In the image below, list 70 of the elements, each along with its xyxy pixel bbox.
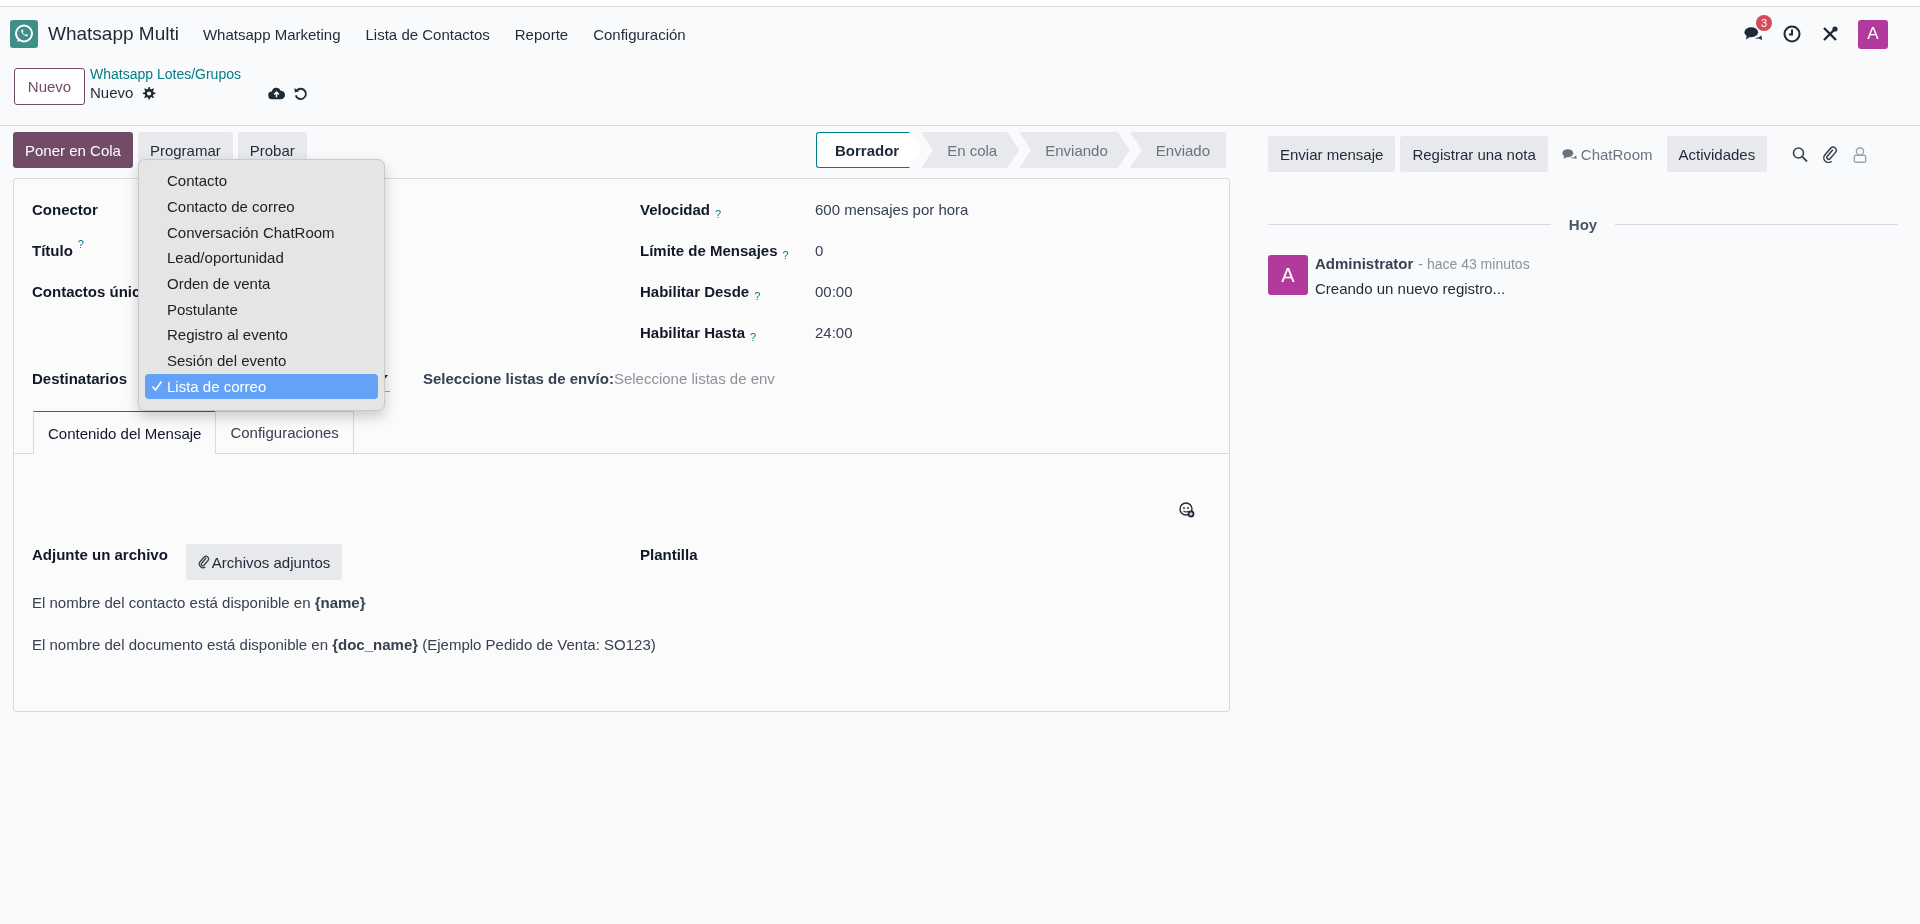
dropdown-option[interactable]: Conversación ChatRoom	[145, 219, 378, 246]
app-logo-icon[interactable]	[10, 20, 38, 48]
menu-item[interactable]: Reporte	[514, 25, 569, 43]
tools-icon[interactable]	[1820, 25, 1840, 43]
date-separator: Hoy	[1568, 216, 1598, 233]
record-name: Nuevo	[90, 83, 134, 103]
status-step[interactable]: Enviando	[1019, 132, 1130, 168]
help-tooltip[interactable]: ?	[715, 207, 722, 220]
field-label: Conector	[32, 201, 98, 218]
chat-icon	[1561, 148, 1577, 160]
help-text: El nombre del contacto está disponible en {name}	[32, 594, 367, 613]
notification-badge: 3	[1756, 15, 1773, 31]
help-tooltip[interactable]: ?	[782, 248, 789, 261]
status-step[interactable]: Borrador	[816, 132, 922, 168]
chat-icon[interactable]	[1744, 25, 1764, 43]
author-avatar: A	[1268, 255, 1308, 295]
mailing-list-field[interactable]: Seleccione listas de env	[613, 369, 794, 387]
chatroom-button[interactable]: ChatRoom	[1552, 136, 1662, 172]
menu-item[interactable]: Configuración	[593, 25, 686, 43]
field-label: Adjunte un archivo	[32, 546, 168, 563]
chatter-button[interactable]: Registrar una nota	[1400, 136, 1548, 172]
user-avatar[interactable]: A	[1858, 19, 1888, 49]
field-label: Plantilla	[640, 546, 698, 565]
paperclip-icon	[197, 555, 210, 569]
menu-item[interactable]: Whatsapp Marketing	[202, 25, 341, 43]
menu-item[interactable]: Lista de Contactos	[365, 25, 490, 43]
help-tooltip[interactable]: ?	[750, 330, 757, 343]
clock-icon[interactable]	[1782, 25, 1802, 43]
help-tooltip[interactable]: ?	[754, 289, 761, 302]
field-label: Seleccione listas de envío:	[423, 369, 614, 387]
field-value[interactable]: 00:00	[815, 283, 853, 300]
dropdown-option[interactable]: Contacto	[145, 168, 378, 194]
message-time: - hace 43 minutos	[1418, 256, 1530, 272]
field-label: Velocidad	[640, 201, 711, 218]
field-label: Límite de Mensajes	[640, 242, 778, 259]
field-label: Habilitar Hasta	[640, 324, 746, 341]
message-text: Creando un nuevo registro...	[1315, 280, 1507, 297]
attachments-button[interactable]: Archivos adjuntos	[185, 544, 343, 580]
status-step[interactable]: Enviado	[1129, 132, 1226, 168]
paperclip-icon[interactable]	[1822, 145, 1839, 163]
dropdown-option[interactable]: Contacto de correo	[145, 193, 378, 220]
dropdown-option[interactable]: Lead/oportunidad	[145, 245, 378, 271]
check-icon	[151, 380, 163, 393]
undo-icon[interactable]	[293, 85, 309, 101]
app-name[interactable]: Whatsapp Multi	[48, 23, 179, 45]
field-label: Título	[32, 242, 73, 259]
chatter-button[interactable]: Actividades	[1666, 136, 1768, 172]
help-text: El nombre del documento está disponible en {doc_name} (Ejemplo Pedido de Venta: SO123)	[32, 636, 657, 655]
field-label: Habilitar Desde	[640, 283, 750, 300]
field-value[interactable]: 600 mensajes por hora	[815, 201, 969, 218]
cloud-upload-icon[interactable]	[268, 85, 286, 101]
dropdown-option[interactable]: Postulante	[145, 296, 378, 323]
settings-icon[interactable]	[141, 85, 157, 101]
dropdown-option[interactable]: Registro al evento	[145, 322, 378, 348]
tab[interactable]: Contenido del Mensaje	[33, 411, 217, 454]
action-button[interactable]: Poner en Cola	[13, 132, 133, 168]
author-name: Administrator	[1315, 255, 1414, 272]
field-value[interactable]: 24:00	[815, 324, 853, 341]
search-icon[interactable]	[1792, 145, 1809, 163]
chatter-button[interactable]: Enviar mensaje	[1268, 136, 1396, 172]
dropdown-option[interactable]: Orden de venta	[145, 270, 378, 297]
breadcrumb-link[interactable]: Whatsapp Lotes/Grupos	[90, 65, 309, 83]
new-button[interactable]: Nuevo	[14, 68, 85, 105]
dropdown-option[interactable]: Sesión del evento	[145, 347, 378, 374]
emoji-icon[interactable]	[1179, 502, 1195, 518]
field-label: Destinatarios	[32, 369, 129, 387]
field-label: Contactos únic	[32, 283, 141, 300]
field-value[interactable]: 0	[815, 242, 824, 259]
status-step[interactable]: En cola	[921, 132, 1020, 168]
help-tooltip[interactable]: ?	[77, 238, 84, 250]
